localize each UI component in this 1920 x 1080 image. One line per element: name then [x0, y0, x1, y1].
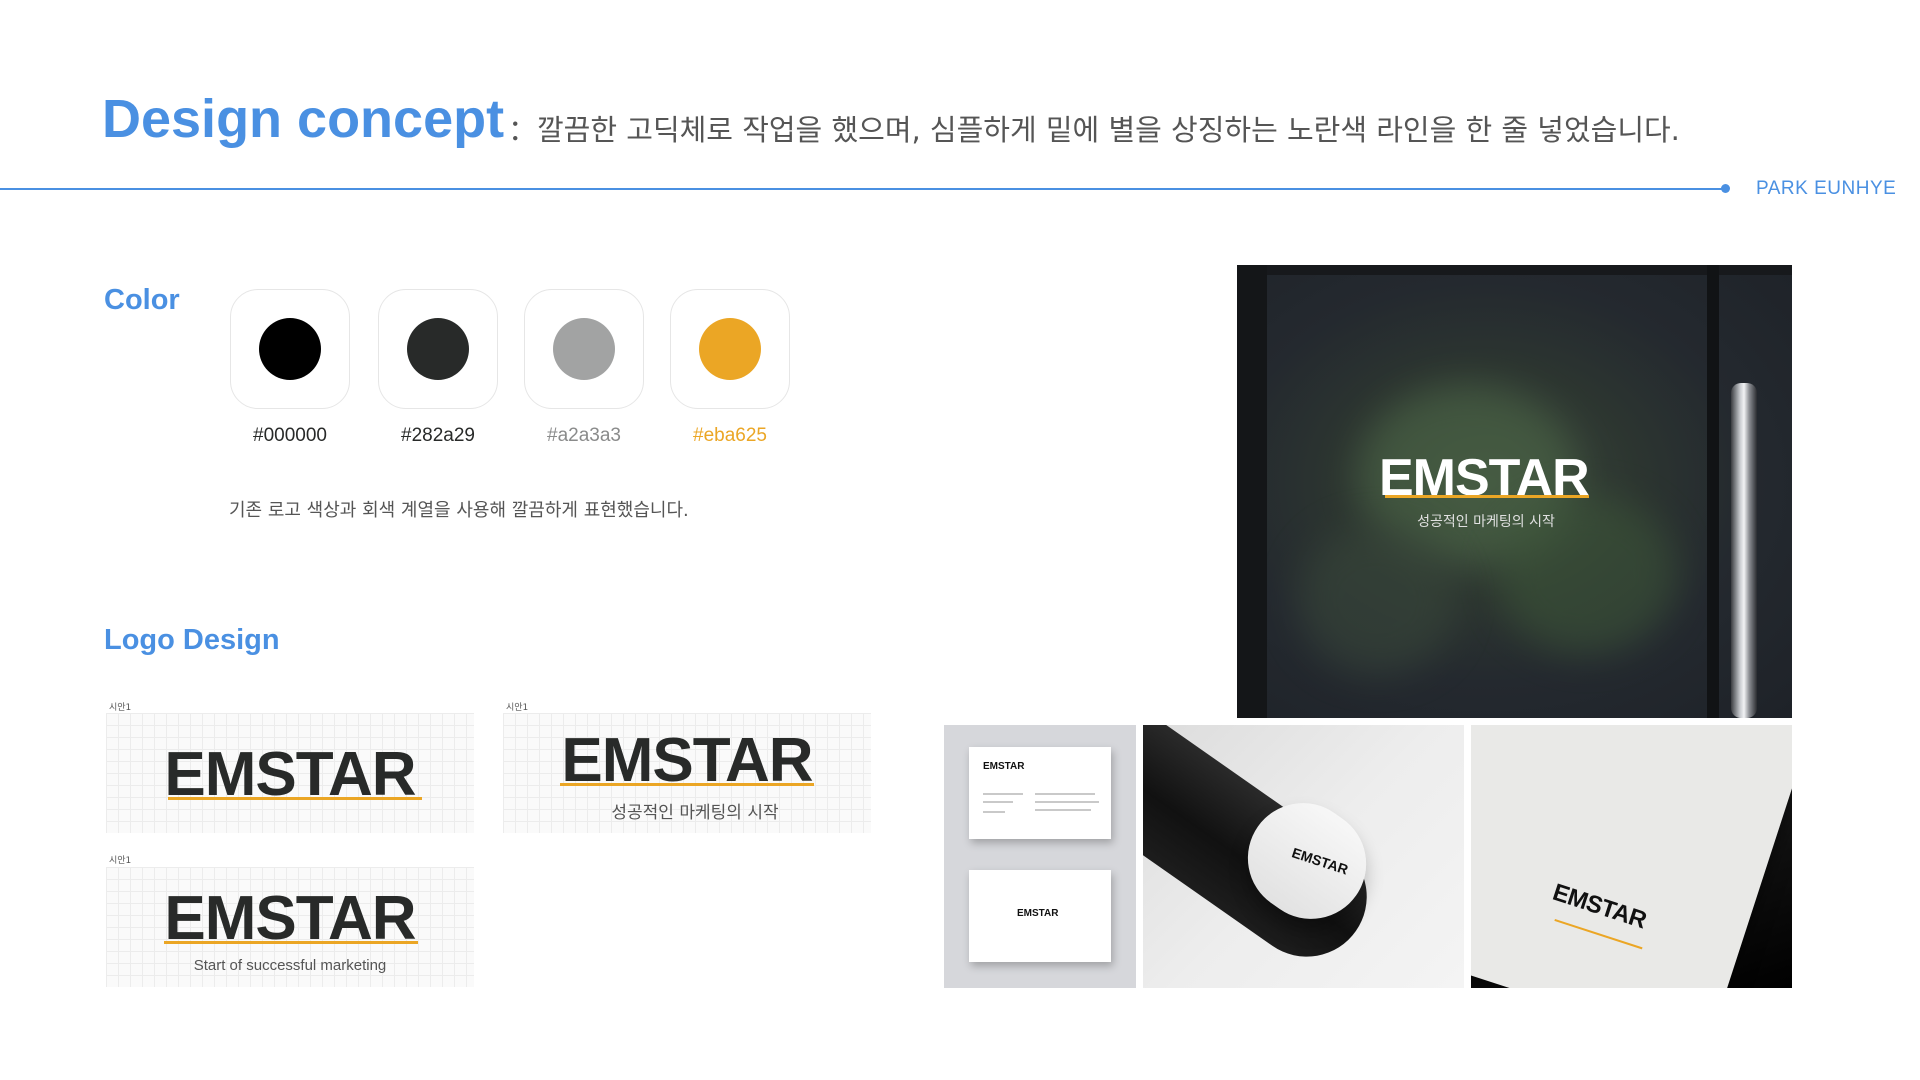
window-tagline: 성공적인 마케팅의 시작 [1417, 514, 1555, 530]
color-swatch-4 [670, 289, 790, 409]
color-swatch-1 [230, 289, 350, 409]
page-title: Design concept [102, 89, 505, 149]
color-heading: Color [104, 284, 180, 316]
logo-tagline: 성공적인 마케팅의 시작 [611, 803, 779, 823]
business-card-front: EMSTAR [969, 747, 1111, 839]
business-card-mockup: EMSTAR EMSTAR [944, 725, 1136, 988]
tube-mockup: EMSTAR [1143, 725, 1464, 988]
card-text-line [983, 811, 1005, 813]
swatch-dot [553, 318, 615, 380]
card-text-line [983, 793, 1023, 795]
variant-label-1: 시안1 [109, 703, 132, 713]
color-hex-label-4: #eba625 [693, 425, 767, 446]
variant-label-2: 시안1 [506, 703, 529, 713]
swatch-dot [259, 318, 321, 380]
page-subtitle: ：깔끔한 고딕체로 작업을 했으며, 심플하게 밑에 별을 상징하는 노란색 라… [508, 113, 1680, 147]
logo-variant-2: EMSTAR 성공적인 마케팅의 시작 [503, 713, 871, 833]
logo-underline [164, 941, 418, 944]
card-text-line [1035, 793, 1095, 795]
card-wordmark: EMSTAR [983, 761, 1025, 772]
window-underline [1385, 495, 1589, 498]
color-description: 기존 로고 색상과 회색 계열을 사용해 깔끔하게 표현했습니다. [229, 500, 689, 521]
logo-underline [168, 797, 422, 800]
door-post [1707, 265, 1719, 718]
color-hex-label-2: #282a29 [401, 425, 475, 446]
swatch-dot [407, 318, 469, 380]
color-swatch-3 [524, 289, 644, 409]
logo-heading: Logo Design [104, 624, 280, 656]
logo-variant-1: EMSTAR [106, 713, 474, 833]
author-name: PARK EUNHYE [1756, 178, 1897, 199]
card-text-line [983, 801, 1013, 803]
divider-end-dot [1721, 184, 1730, 193]
card-text-line [1035, 801, 1099, 803]
logo-underline [560, 783, 814, 786]
card-text-line [1035, 809, 1091, 811]
window-wordmark: EMSTAR [1379, 449, 1590, 507]
color-hex-label-1: #000000 [253, 425, 327, 446]
logo-variant-3: EMSTAR Start of successful marketing [106, 867, 474, 987]
swatch-dot [699, 318, 761, 380]
paper-mockup: EMSTAR [1471, 725, 1792, 988]
door-handle [1731, 383, 1757, 718]
foliage-blur [1297, 525, 1457, 675]
business-card-back: EMSTAR [969, 870, 1111, 962]
card-wordmark: EMSTAR [1017, 908, 1059, 919]
color-hex-label-3: #a2a3a3 [547, 425, 621, 446]
logo-tagline: Start of successful marketing [193, 957, 387, 974]
color-swatch-2 [378, 289, 498, 409]
variant-label-3: 시안1 [109, 856, 132, 866]
window-frame-left [1237, 265, 1267, 718]
window-mockup-photo: EMSTAR 성공적인 마케팅의 시작 [1237, 265, 1792, 718]
paper-sheet [1471, 725, 1792, 988]
header-divider [0, 188, 1727, 190]
